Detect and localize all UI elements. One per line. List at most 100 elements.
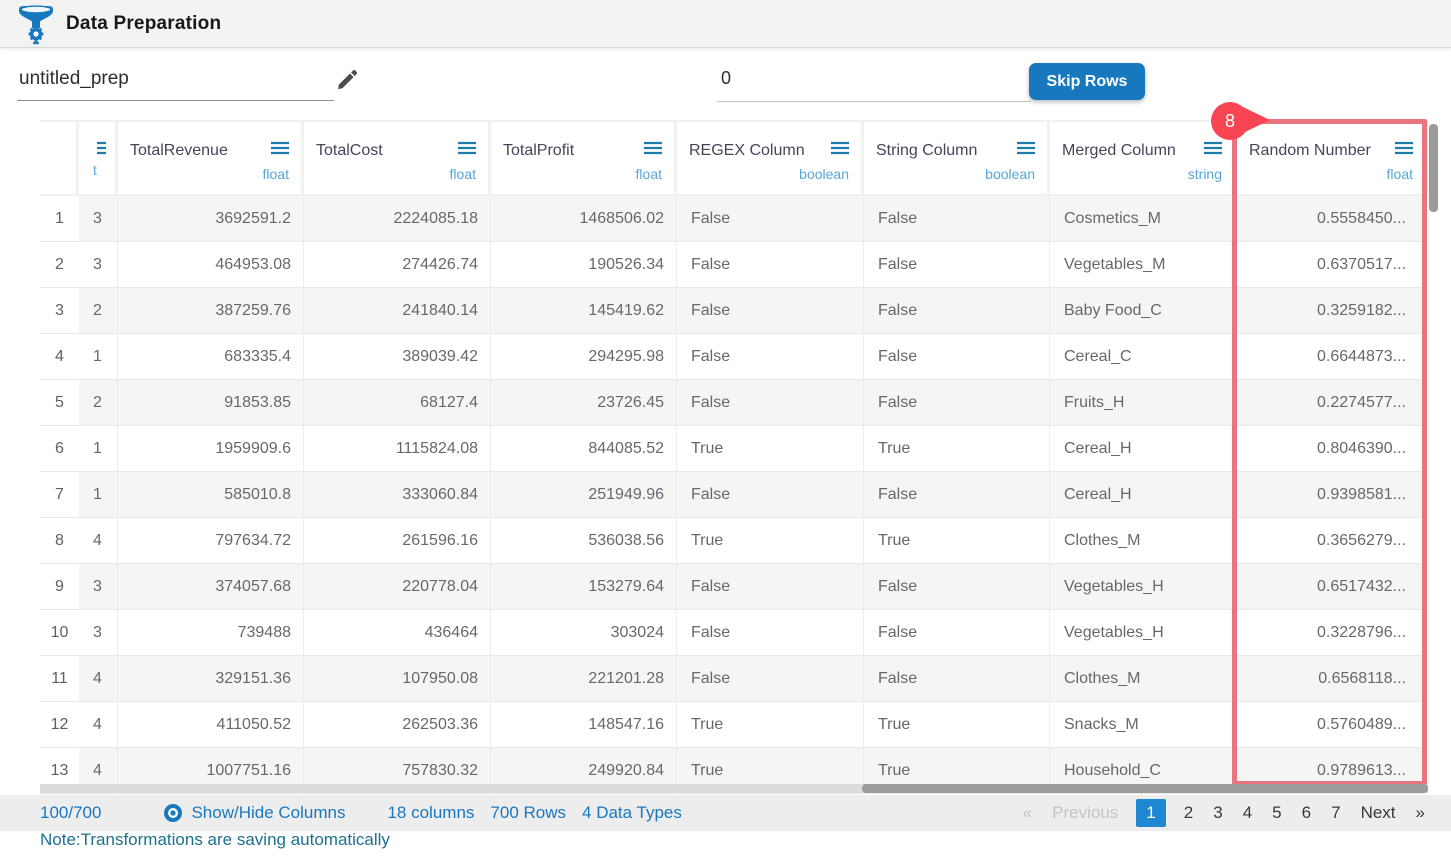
pencil-icon <box>336 68 359 91</box>
table-cell: 221201.28 <box>491 656 677 702</box>
row-number: 8 <box>40 518 79 564</box>
column-menu-icon[interactable] <box>1017 140 1035 161</box>
column-menu-icon[interactable] <box>831 140 849 161</box>
table-cell: Baby Food_C <box>1050 288 1237 334</box>
table-cell: 1959909.6 <box>118 426 304 472</box>
column-menu-icon[interactable] <box>644 140 662 161</box>
top-app-bar: Data Preparation <box>0 0 1451 48</box>
table-cell: 145419.62 <box>491 288 677 334</box>
stat-700-rows: 700 Rows <box>490 803 566 823</box>
table-row: 93374057.68220778.04153279.64FalseFalseV… <box>40 564 1425 610</box>
pagination-page-5[interactable]: 5 <box>1272 803 1281 823</box>
table-cell: 0.3656279... <box>1237 518 1425 564</box>
column-header-string-column[interactable]: String Columnboolean <box>864 122 1047 194</box>
edit-name-button[interactable] <box>334 66 361 96</box>
table-cell: 3 <box>79 610 118 656</box>
column-menu-icon[interactable] <box>97 140 106 156</box>
pagination-page-6[interactable]: 6 <box>1302 803 1311 823</box>
table-cell: 1115824.08 <box>304 426 491 472</box>
table-cell: False <box>677 334 864 380</box>
pagination-prev-arrow[interactable]: « <box>1023 803 1032 823</box>
table-cell: 0.6517432... <box>1237 564 1425 610</box>
table-cell: 0.9398581... <box>1237 472 1425 518</box>
table-cell: 683335.4 <box>118 334 304 380</box>
column-type-label: float <box>636 166 662 182</box>
pagination-page-4[interactable]: 4 <box>1243 803 1252 823</box>
table-cell: False <box>864 564 1050 610</box>
table-cell: 1 <box>79 426 118 472</box>
table-cell: 4 <box>79 518 118 564</box>
column-menu-icon[interactable] <box>1204 140 1222 161</box>
table-cell: 536038.56 <box>491 518 677 564</box>
column-type-label: float <box>450 166 476 182</box>
table-cell: 797634.72 <box>118 518 304 564</box>
table-row: 71585010.8333060.84251949.96FalseFalseCe… <box>40 472 1425 518</box>
row-number: 1 <box>40 196 79 242</box>
prep-name-input[interactable] <box>17 62 334 101</box>
column-menu-icon[interactable] <box>458 140 476 161</box>
table-cell: Vegetables_H <box>1050 564 1237 610</box>
stat-4-data-types: 4 Data Types <box>582 803 682 823</box>
table-cell: 2 <box>79 288 118 334</box>
column-menu-icon[interactable] <box>271 140 289 161</box>
table-cell: False <box>864 196 1050 242</box>
table-cell: 153279.64 <box>491 564 677 610</box>
table-cell: True <box>864 426 1050 472</box>
table-cell: Cereal_H <box>1050 426 1237 472</box>
pagination-previous-button[interactable]: Previous <box>1052 803 1118 823</box>
table-cell: Clothes_M <box>1050 656 1237 702</box>
column-name: String Column <box>876 142 977 160</box>
column-type-label: t <box>93 162 97 178</box>
table-header-row: tTotalRevenuefloatTotalCostfloatTotalPro… <box>40 122 1425 194</box>
row-number: 5 <box>40 380 79 426</box>
column-name: Merged Column <box>1062 142 1176 160</box>
table-row: 5291853.8568127.423726.45FalseFalseFruit… <box>40 380 1425 426</box>
table-row: 41683335.4389039.42294295.98FalseFalseCe… <box>40 334 1425 380</box>
rows-shown-counter[interactable]: 100/700 <box>40 803 101 823</box>
skip-rows-input[interactable] <box>717 62 1031 102</box>
table-cell: 262503.36 <box>304 702 491 748</box>
show-hide-columns-label: Show/Hide Columns <box>191 803 345 823</box>
table-cell: 241840.14 <box>304 288 491 334</box>
column-menu-icon[interactable] <box>1395 140 1413 161</box>
show-hide-columns-button[interactable]: Show/Hide Columns <box>163 803 345 823</box>
table-cell: True <box>677 426 864 472</box>
column-header-partial[interactable]: t <box>79 122 115 194</box>
pagination-next-button[interactable]: Next <box>1361 803 1396 823</box>
table-row: 84797634.72261596.16536038.56TrueTrueClo… <box>40 518 1425 564</box>
column-header-totalprofit[interactable]: TotalProfit float <box>491 122 674 194</box>
table-cell: 0.8046390... <box>1237 426 1425 472</box>
pagination-page-7[interactable]: 7 <box>1331 803 1340 823</box>
table-cell: 387259.76 <box>118 288 304 334</box>
horizontal-scrollbar-thumb[interactable] <box>862 784 1428 793</box>
pagination-next-arrow[interactable]: » <box>1416 803 1425 823</box>
table-cell: 585010.8 <box>118 472 304 518</box>
column-header-regex-column[interactable]: REGEX Columnboolean <box>677 122 861 194</box>
pagination-page-2[interactable]: 2 <box>1184 803 1193 823</box>
column-header-random-number[interactable]: Random Numberfloat <box>1237 122 1425 194</box>
pagination-page-3[interactable]: 3 <box>1213 803 1222 823</box>
table-cell: 333060.84 <box>304 472 491 518</box>
table-cell: 0.5558450... <box>1237 196 1425 242</box>
table-cell: False <box>864 288 1050 334</box>
pagination-page-1[interactable]: 1 <box>1136 799 1165 827</box>
row-number: 10 <box>40 610 79 656</box>
table-row: 124411050.52262503.36148547.16TrueTrueSn… <box>40 702 1425 748</box>
vertical-scrollbar-thumb[interactable] <box>1429 124 1438 212</box>
column-name: Random Number <box>1249 142 1371 160</box>
table-cell: 294295.98 <box>491 334 677 380</box>
table-cell: 0.6644873... <box>1237 334 1425 380</box>
table-cell: 389039.42 <box>304 334 491 380</box>
column-header-merged-column[interactable]: Merged Columnstring <box>1050 122 1234 194</box>
table-cell: 739488 <box>118 610 304 656</box>
table-footer-bar: 100/700 Show/Hide Columns 18 columns700 … <box>0 795 1451 831</box>
row-number: 12 <box>40 702 79 748</box>
column-header-totalcost[interactable]: TotalCostfloat <box>304 122 488 194</box>
table-cell: 0.5760489... <box>1237 702 1425 748</box>
horizontal-scrollbar-track[interactable] <box>40 784 1428 793</box>
skip-rows-button[interactable]: Skip Rows <box>1029 63 1145 100</box>
table-cell: 464953.08 <box>118 242 304 288</box>
column-header-totalrevenue[interactable]: TotalRevenuefloat <box>118 122 301 194</box>
column-name: TotalProfit <box>503 142 574 160</box>
column-name: REGEX Column <box>689 142 805 160</box>
